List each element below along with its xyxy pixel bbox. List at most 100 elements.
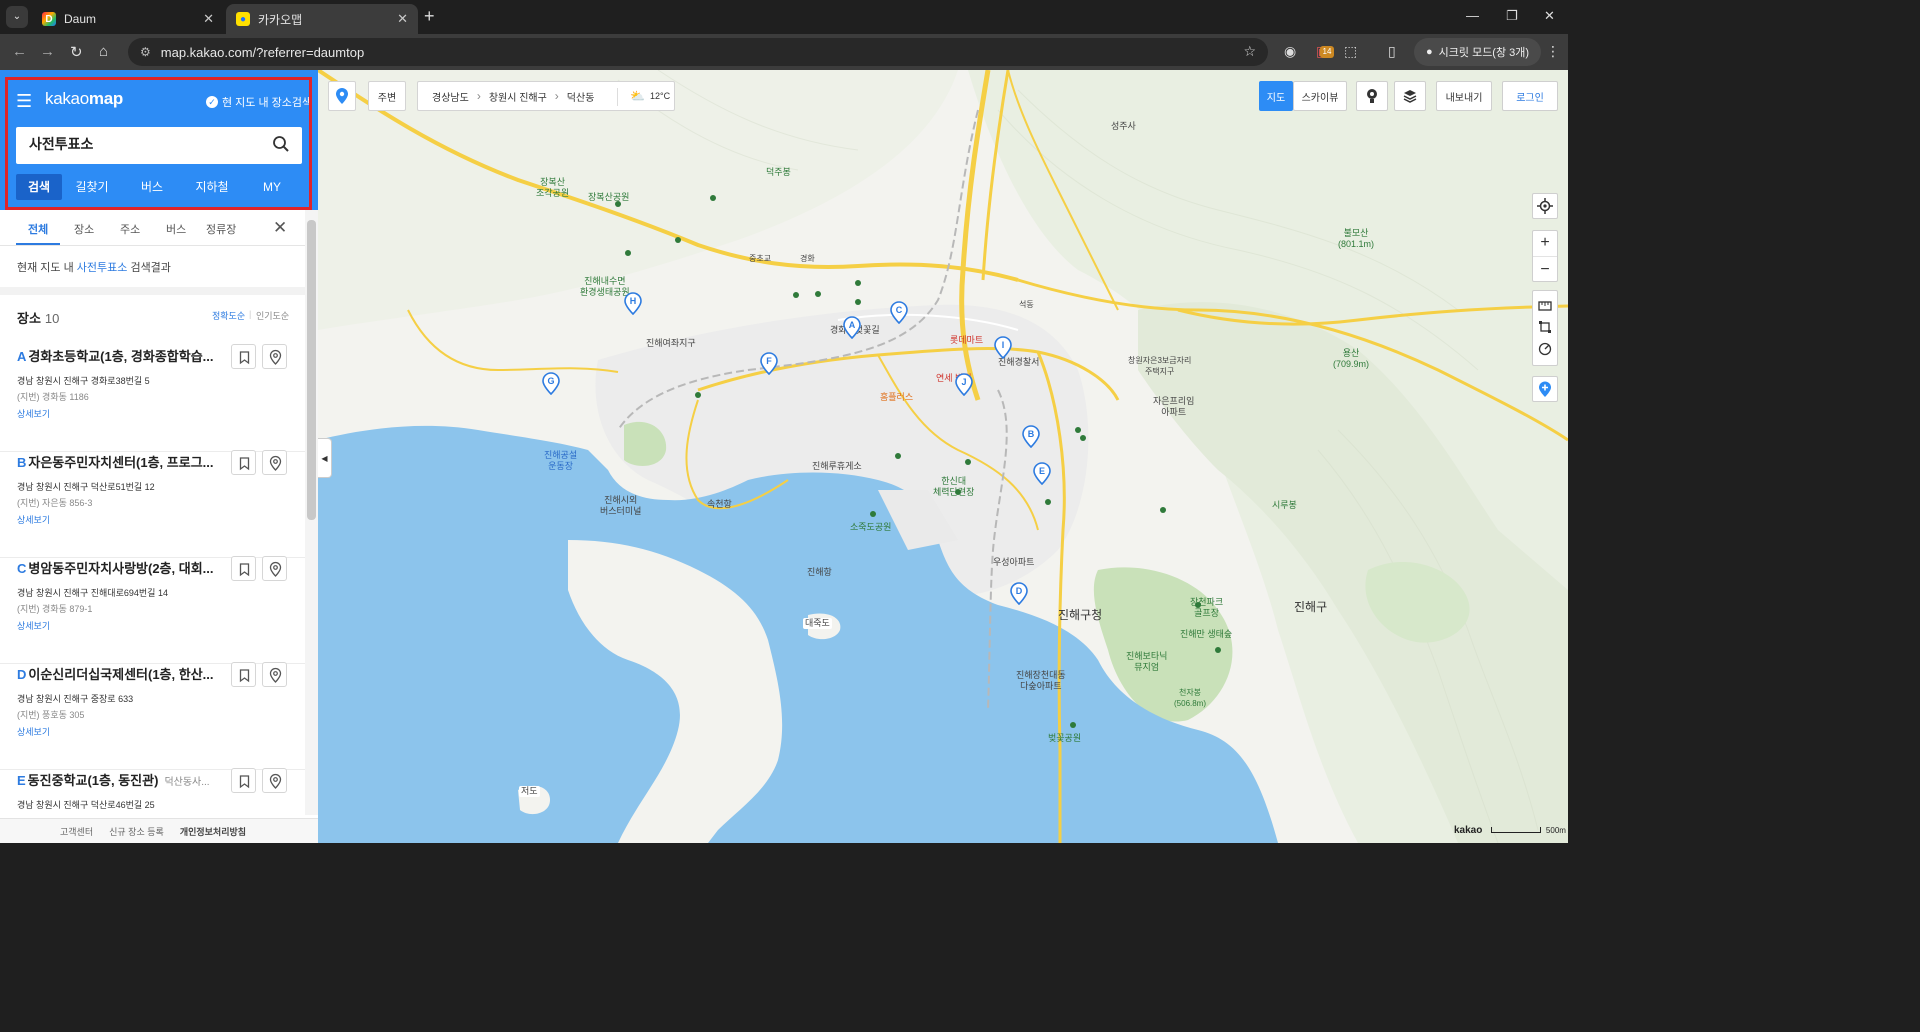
- detail-link[interactable]: 상세보기: [17, 407, 50, 420]
- route-place-button[interactable]: [262, 450, 287, 475]
- tab-search-button[interactable]: ⌄: [6, 6, 28, 28]
- route-place-button[interactable]: [262, 768, 287, 793]
- list-item[interactable]: C 병암동주민자치사랑방(2층, 대회... 경남 창원시 진해구 진해대로694…: [0, 556, 305, 664]
- map-label[interactable]: 성주사: [1111, 121, 1136, 132]
- map-label[interactable]: 저도: [519, 786, 540, 797]
- map-label[interactable]: 창원자은3보금자리 주택지구: [1128, 355, 1191, 377]
- map-label[interactable]: 진해구: [1294, 601, 1327, 613]
- address-bar[interactable]: ⚙ map.kakao.com/?referrer=daumtop ☆: [128, 38, 1268, 66]
- close-window-button[interactable]: ✕: [1544, 8, 1555, 24]
- map-label[interactable]: 진해만 생태숲: [1180, 629, 1232, 640]
- reload-icon[interactable]: ↻: [70, 43, 83, 61]
- detail-link[interactable]: 상세보기: [17, 619, 50, 632]
- tab-close-icon[interactable]: ✕: [397, 11, 408, 27]
- map-label[interactable]: 천자봉 (506.8m): [1174, 687, 1206, 709]
- map-label[interactable]: 롯데마트: [950, 335, 983, 346]
- map-label[interactable]: 경화: [800, 253, 815, 264]
- map-canvas[interactable]: [318, 70, 1568, 843]
- search-icon[interactable]: [272, 135, 290, 153]
- current-location-button[interactable]: [1532, 193, 1558, 219]
- back-icon[interactable]: ←: [12, 43, 27, 60]
- layers-button[interactable]: [1394, 81, 1426, 111]
- place-name[interactable]: E 동진중학교(1층, 동진관) 덕산동사...: [17, 770, 223, 789]
- map-type-skyview[interactable]: 스카이뷰: [1293, 81, 1347, 111]
- map-label[interactable]: 소죽도공원: [850, 522, 891, 533]
- search-pin-d[interactable]: D: [1010, 581, 1028, 605]
- current-map-search-toggle[interactable]: ✓ 현 지도 내 장소검색: [206, 94, 312, 110]
- extensions-puzzle-icon[interactable]: ⬚: [1344, 43, 1357, 60]
- tab-daum[interactable]: D Daum ✕: [32, 4, 224, 34]
- nearby-button[interactable]: 주변: [368, 81, 406, 111]
- search-pin-b[interactable]: B: [1022, 424, 1040, 448]
- restore-button[interactable]: ❐: [1506, 8, 1518, 24]
- map-label[interactable]: 장천파크 골프장: [1190, 597, 1223, 619]
- filter-bus-stop[interactable]: 정류장: [206, 221, 236, 237]
- forward-icon[interactable]: →: [40, 43, 55, 60]
- bookmark-star-icon[interactable]: ☆: [1243, 43, 1256, 60]
- route-place-button[interactable]: [262, 344, 287, 369]
- map-label[interactable]: 중초교: [749, 253, 771, 264]
- roadview-button[interactable]: [1356, 81, 1388, 111]
- home-icon[interactable]: ⌂: [99, 43, 108, 60]
- tab-subway[interactable]: 지하철: [182, 174, 242, 200]
- search-pin-c[interactable]: C: [890, 300, 908, 324]
- save-place-button[interactable]: [231, 344, 256, 369]
- place-name[interactable]: C 병암동주민자치사랑방(2층, 대회...: [17, 558, 217, 577]
- place-name[interactable]: A 경화초등학교(1층, 경화종합학습...: [17, 346, 217, 365]
- map-label[interactable]: 시루봉: [1272, 500, 1297, 511]
- list-scrollbar-thumb[interactable]: [307, 220, 316, 520]
- detail-link[interactable]: 상세보기: [17, 513, 50, 526]
- tab-kakaomap[interactable]: ● 카카오맵 ✕: [226, 4, 418, 34]
- site-info-icon[interactable]: ⚙: [140, 45, 151, 59]
- map-label[interactable]: 진해구청: [1058, 609, 1102, 621]
- zoom-in-button[interactable]: +: [1540, 230, 1549, 256]
- place-name[interactable]: D 이순신리더십국제센터(1층, 한산...: [17, 664, 217, 683]
- profile-icon[interactable]: ◉: [1284, 43, 1296, 60]
- side-panel-icon[interactable]: ▯: [1388, 43, 1396, 60]
- breadcrumb-city[interactable]: 창원시 진해구: [489, 89, 547, 104]
- map-label[interactable]: 한신대 체력단련장: [933, 476, 974, 498]
- filter-all[interactable]: 전체: [28, 221, 48, 237]
- map-label[interactable]: 진해보타닉 뮤지엄: [1126, 651, 1167, 673]
- list-item[interactable]: D 이순신리더십국제센터(1층, 한산... 경남 창원시 진해구 중장로 633…: [0, 662, 305, 770]
- zoom-out-button[interactable]: −: [1533, 256, 1557, 282]
- sort-accuracy[interactable]: 정확도순: [212, 309, 245, 322]
- map-type-roadmap[interactable]: 지도: [1259, 81, 1293, 111]
- filter-bus[interactable]: 버스: [166, 221, 186, 237]
- add-place-button[interactable]: [1532, 376, 1558, 402]
- breadcrumb-dong[interactable]: 덕산동: [567, 89, 595, 104]
- map-label[interactable]: 용산 (709.9m): [1333, 348, 1369, 370]
- footer-link-register[interactable]: 신규 장소 등록: [109, 825, 164, 838]
- minimize-button[interactable]: —: [1466, 8, 1479, 23]
- radius-icon[interactable]: [1538, 342, 1552, 356]
- filter-place[interactable]: 장소: [74, 221, 94, 237]
- search-pin-g[interactable]: G: [542, 371, 560, 395]
- map-label[interactable]: 진해내수면 환경생태공원: [580, 276, 630, 298]
- tab-my[interactable]: MY: [242, 174, 302, 200]
- map-label[interactable]: 벚꽃공원: [1048, 733, 1081, 744]
- save-place-button[interactable]: [231, 662, 256, 687]
- search-input[interactable]: [29, 136, 259, 152]
- search-pin-j[interactable]: J: [955, 372, 973, 396]
- map-label[interactable]: 진해시외 버스터미널: [600, 495, 641, 517]
- close-results-icon[interactable]: ✕: [273, 218, 287, 238]
- ruler-icon[interactable]: [1538, 300, 1552, 312]
- login-button[interactable]: 로그인: [1502, 81, 1558, 111]
- save-place-button[interactable]: [231, 768, 256, 793]
- map-label[interactable]: 자은프리임 아파트: [1153, 396, 1194, 418]
- search-pin-h[interactable]: H: [624, 291, 642, 315]
- route-place-button[interactable]: [262, 662, 287, 687]
- map-label[interactable]: 석동: [1019, 299, 1034, 310]
- place-name[interactable]: B 자은동주민자치센터(1층, 프로그...: [17, 452, 217, 471]
- tab-directions[interactable]: 길찾기: [62, 174, 122, 200]
- search-pin-e[interactable]: E: [1033, 461, 1051, 485]
- incognito-indicator[interactable]: ● 시크릿 모드(창 3개): [1414, 38, 1542, 66]
- browser-menu-icon[interactable]: ⋮: [1546, 43, 1560, 60]
- map-label[interactable]: 진해여좌지구: [646, 338, 696, 349]
- map-label[interactable]: 속천항: [707, 499, 732, 510]
- tab-bus[interactable]: 버스: [122, 174, 182, 200]
- route-place-button[interactable]: [262, 556, 287, 581]
- export-button[interactable]: 내보내기: [1436, 81, 1492, 111]
- map-view[interactable]: ◀ 주변 경상남도 › 창원시 진해구 › 덕산동 ⛅ 12°C 지도 스카이뷰 내…: [318, 70, 1568, 843]
- area-icon[interactable]: [1538, 320, 1552, 334]
